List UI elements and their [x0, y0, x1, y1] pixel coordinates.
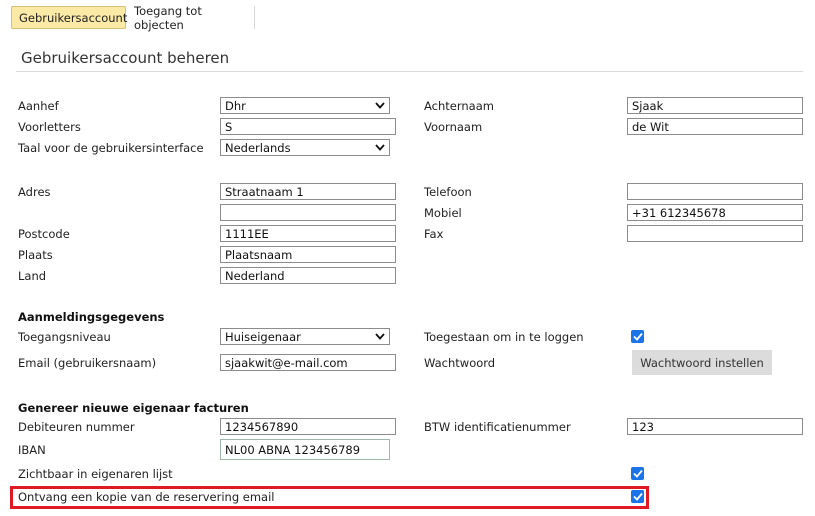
wachtwoord-label: Wachtwoord	[424, 356, 496, 370]
postcode-label: Postcode	[18, 227, 70, 241]
email-label: Email (gebruikersnaam)	[18, 356, 157, 370]
iban-input[interactable]	[220, 439, 390, 460]
tab-label: Gebruikersaccount	[19, 10, 128, 25]
mobiel-input[interactable]	[627, 204, 803, 221]
toegangsniveau-value: Huiseigenaar	[225, 329, 301, 344]
iban-label: IBAN	[18, 443, 46, 457]
plaats-label: Plaats	[18, 248, 53, 262]
adres-line2-input[interactable]	[220, 204, 396, 221]
kopie-label: Ontvang een kopie van de reservering ema…	[18, 490, 275, 504]
btw-label: BTW identificatienummer	[424, 420, 571, 434]
tab-label: Toegang tot objecten	[134, 3, 202, 32]
kopie-checkbox[interactable]	[631, 490, 644, 503]
toegangsniveau-label: Toegangsniveau	[18, 330, 111, 344]
zichtbaar-checkbox[interactable]	[631, 467, 644, 480]
fax-input[interactable]	[627, 225, 803, 242]
tab-gebruikersaccount[interactable]: Gebruikersaccount	[11, 6, 128, 29]
check-icon	[632, 469, 643, 478]
voorletters-input[interactable]	[220, 118, 396, 135]
voornaam-input[interactable]	[627, 118, 803, 135]
chevron-down-icon	[375, 144, 385, 151]
aanmeldingsgegevens-heading: Aanmeldingsgegevens	[18, 310, 165, 324]
toegestaan-label: Toegestaan om in te loggen	[424, 330, 584, 344]
fax-label: Fax	[424, 227, 444, 241]
land-input[interactable]	[220, 267, 396, 284]
facturen-heading: Genereer nieuwe eigenaar facturen	[18, 401, 249, 415]
title-divider	[16, 71, 803, 72]
zichtbaar-label: Zichtbaar in eigenaren lijst	[18, 467, 173, 481]
adres-label: Adres	[18, 185, 51, 199]
btw-input[interactable]	[627, 418, 803, 435]
voornaam-label: Voornaam	[424, 120, 483, 134]
chevron-down-icon	[375, 102, 385, 109]
voorletters-label: Voorletters	[18, 120, 81, 134]
achternaam-input[interactable]	[627, 97, 803, 114]
mobiel-label: Mobiel	[424, 206, 462, 220]
wachtwoord-instellen-button[interactable]: Wachtwoord instellen	[632, 350, 772, 375]
email-input[interactable]	[220, 354, 396, 371]
check-icon	[632, 332, 643, 341]
telefoon-label: Telefoon	[424, 185, 472, 199]
toegangsniveau-select[interactable]: Huiseigenaar	[220, 328, 390, 345]
achternaam-label: Achternaam	[424, 99, 494, 113]
chevron-down-icon	[375, 333, 385, 340]
page-title: Gebruikersaccount beheren	[21, 49, 230, 67]
aanhef-label: Aanhef	[18, 99, 59, 113]
adres-input[interactable]	[220, 183, 396, 200]
taal-label: Taal voor de gebruikersinterface	[18, 141, 204, 155]
tab-toegang-tot-objecten[interactable]: Toegang tot objecten	[127, 3, 255, 32]
land-label: Land	[18, 269, 47, 283]
toegestaan-checkbox[interactable]	[631, 330, 644, 343]
aanhef-value: Dhr	[225, 98, 246, 113]
postcode-input[interactable]	[220, 225, 396, 242]
aanhef-select[interactable]: Dhr	[220, 97, 390, 114]
debiteuren-label: Debiteuren nummer	[18, 420, 135, 434]
taal-value: Nederlands	[225, 140, 291, 155]
taal-select[interactable]: Nederlands	[220, 139, 390, 156]
plaats-input[interactable]	[220, 246, 396, 263]
debiteuren-input[interactable]	[220, 418, 396, 435]
telefoon-input[interactable]	[627, 183, 803, 200]
check-icon	[632, 492, 643, 501]
